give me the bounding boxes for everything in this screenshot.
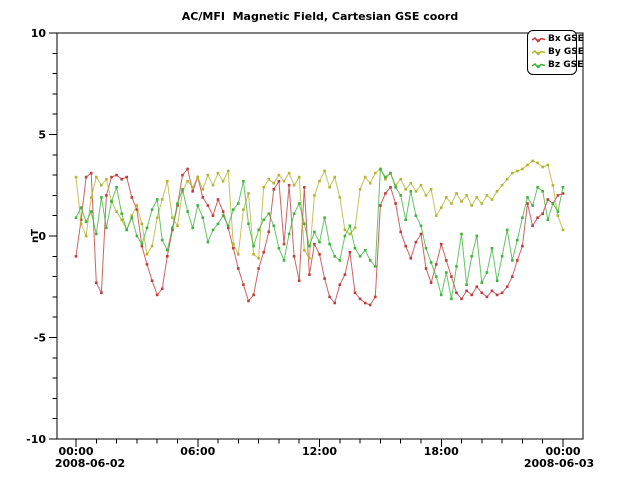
bx-series-swatch-icon xyxy=(532,35,546,44)
legend-label-by: By GSE xyxy=(548,46,584,59)
y-tick-label: 10 xyxy=(31,27,47,40)
y-axis-label: nT xyxy=(30,229,41,243)
legend: Bx GSE By GSE Bz GSE xyxy=(527,30,577,75)
legend-item-bx: Bx GSE xyxy=(532,33,572,46)
series-bz-gse xyxy=(75,168,565,301)
legend-label-bx: Bx GSE xyxy=(548,33,584,46)
series-by-gse xyxy=(75,160,565,260)
bz-series-swatch-icon xyxy=(532,61,546,70)
y-tick-label: 5 xyxy=(38,129,46,142)
chart-title: AC/MFI Magnetic Field, Cartesian GSE coo… xyxy=(0,10,640,23)
legend-item-by: By GSE xyxy=(532,46,572,59)
x-tick-label: 12:00 xyxy=(302,445,337,458)
legend-label-bz: Bz GSE xyxy=(548,59,583,72)
x-tick-label: 06:00 xyxy=(180,445,215,458)
series-bx-gse xyxy=(75,168,565,307)
y-axis: 1050-5-10nT xyxy=(26,27,57,446)
by-series-swatch-icon xyxy=(532,48,546,57)
plot-window: 1050-5-10nT00:002008-06-0206:0012:0018:0… xyxy=(0,0,640,480)
y-tick-label: -10 xyxy=(26,433,46,446)
y-tick-label: -5 xyxy=(34,332,46,345)
x-tick-label: 18:00 xyxy=(424,445,459,458)
legend-item-bz: Bz GSE xyxy=(532,59,572,72)
x-tick-date-label: 2008-06-02 xyxy=(55,457,125,470)
x-tick-date-label: 2008-06-03 xyxy=(524,457,594,470)
x-axis: 00:002008-06-0206:0012:0018:0000:002008-… xyxy=(55,439,594,470)
